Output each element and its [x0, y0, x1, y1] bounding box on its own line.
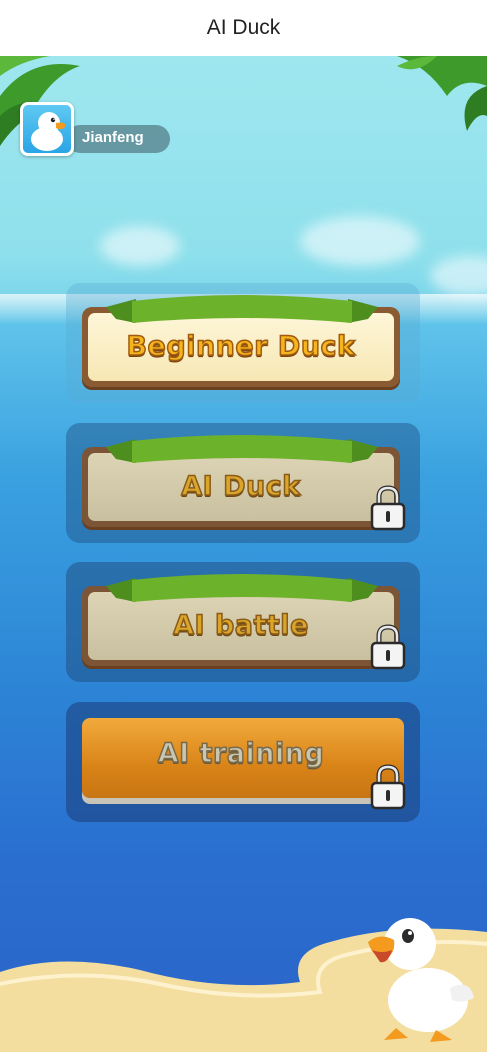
username-label: Jianfeng [82, 129, 144, 146]
cloud [300, 216, 420, 266]
mode-card-ai-duck[interactable]: AI Duck [66, 423, 420, 543]
ribbon-banner-icon [106, 295, 378, 323]
palm-leaves-right-icon [397, 56, 487, 131]
cloud [100, 226, 180, 266]
ribbon-banner-icon [106, 435, 378, 463]
mode-label: AI training [157, 737, 325, 770]
ribbon-banner-icon [106, 574, 378, 602]
user-avatar[interactable] [20, 102, 74, 156]
lock-icon [370, 624, 406, 670]
duck-avatar-icon [31, 112, 66, 151]
cloud [430, 256, 487, 296]
mode-label: Beginner Duck [126, 330, 356, 363]
window-title: AI Duck [206, 16, 281, 39]
mode-card-ai-battle[interactable]: AI battle [66, 562, 420, 682]
username-pill[interactable]: Jianfeng [66, 125, 170, 153]
title-bar: AI Duck [0, 0, 487, 56]
lock-icon [370, 764, 406, 810]
mode-label: AI Duck [181, 470, 301, 503]
mode-card-ai-training[interactable]: AI training [66, 702, 420, 822]
mode-label: AI battle [172, 609, 309, 642]
mode-card-beginner-duck[interactable]: Beginner Duck [66, 283, 420, 403]
lock-icon [370, 485, 406, 531]
game-scene: Jianfeng Beginner Duck AI Duck AI battle… [0, 56, 487, 1052]
duck-mascot-icon [368, 918, 474, 1042]
